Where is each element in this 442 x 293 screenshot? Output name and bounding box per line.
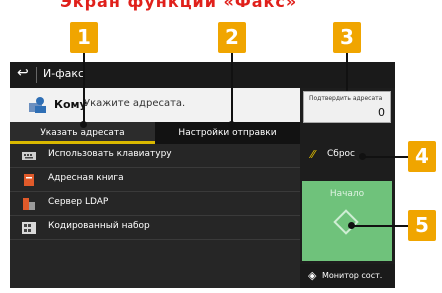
right-panel: Подтвердить адресата 0 ⁄⁄ Сброс Начало ◈… — [300, 88, 395, 288]
to-label: Кому — [54, 98, 87, 111]
leader-dot-4 — [359, 153, 366, 160]
menu-item-label: Адресная книга — [48, 173, 124, 183]
menu-item-label: Использовать клавиатуру — [48, 149, 172, 159]
destination-count: 0 — [378, 106, 385, 119]
leader-dot-2 — [228, 121, 235, 128]
reset-icon: ⁄⁄ — [311, 148, 315, 161]
callout-4: 4 — [408, 141, 436, 172]
confirm-destination-label: Подтвердить адресата — [309, 95, 383, 102]
leader-line-3 — [346, 51, 348, 91]
menu-item-coded-dial[interactable]: Кодированный набор — [10, 216, 300, 240]
to-field[interactable]: Кому Укажите адресата. — [10, 88, 300, 122]
menu-item-address-book[interactable]: Адресная книга — [10, 168, 300, 192]
status-monitor-button[interactable]: ◈ Монитор сост. — [300, 264, 395, 288]
keyboard-icon — [22, 152, 36, 160]
menu-item-ldap[interactable]: Сервер LDAP — [10, 192, 300, 216]
reset-label: Сброс — [327, 149, 356, 159]
leader-line-2 — [231, 51, 233, 125]
leader-line-1 — [83, 51, 85, 79]
screen-title: И-факс — [43, 67, 85, 80]
ldap-server-icon — [23, 198, 35, 210]
leader-dot-5 — [348, 222, 355, 229]
to-placeholder: Укажите адресата. — [84, 98, 186, 109]
leader-line-5 — [352, 225, 408, 227]
coded-dial-icon — [22, 222, 36, 234]
destination-icon — [29, 97, 46, 113]
fax-screen: ↩ И-факс Кому Укажите адресата. Указать … — [10, 62, 395, 288]
tab-bar: Указать адресата Настройки отправки — [10, 122, 300, 144]
callout-3: 3 — [333, 22, 361, 53]
start-icon — [333, 209, 359, 235]
header-text: Экран функции «Факс» — [60, 0, 298, 11]
start-label: Начало — [329, 189, 365, 199]
address-book-icon — [24, 174, 34, 186]
menu-item-label: Сервер LDAP — [48, 197, 109, 207]
leader-line-1b — [83, 79, 85, 124]
start-button[interactable]: Начало — [302, 181, 392, 261]
callout-1: 1 — [70, 22, 98, 53]
back-arrow-icon[interactable]: ↩ — [17, 65, 29, 81]
title-separator — [36, 67, 37, 83]
status-monitor-icon: ◈ — [308, 269, 317, 282]
title-bar: ↩ И-факс — [10, 62, 395, 88]
status-monitor-label: Монитор сост. — [322, 271, 383, 280]
callout-2: 2 — [218, 22, 246, 53]
leader-line-4 — [362, 156, 408, 158]
callout-5: 5 — [408, 210, 436, 241]
destination-menu: Использовать клавиатуру Адресная книга С… — [10, 144, 300, 288]
confirm-destination-button[interactable]: Подтвердить адресата 0 — [303, 91, 391, 123]
reset-button[interactable]: ⁄⁄ Сброс — [303, 140, 391, 170]
menu-item-keyboard[interactable]: Использовать клавиатуру — [10, 144, 300, 168]
menu-item-label: Кодированный набор — [48, 221, 150, 231]
